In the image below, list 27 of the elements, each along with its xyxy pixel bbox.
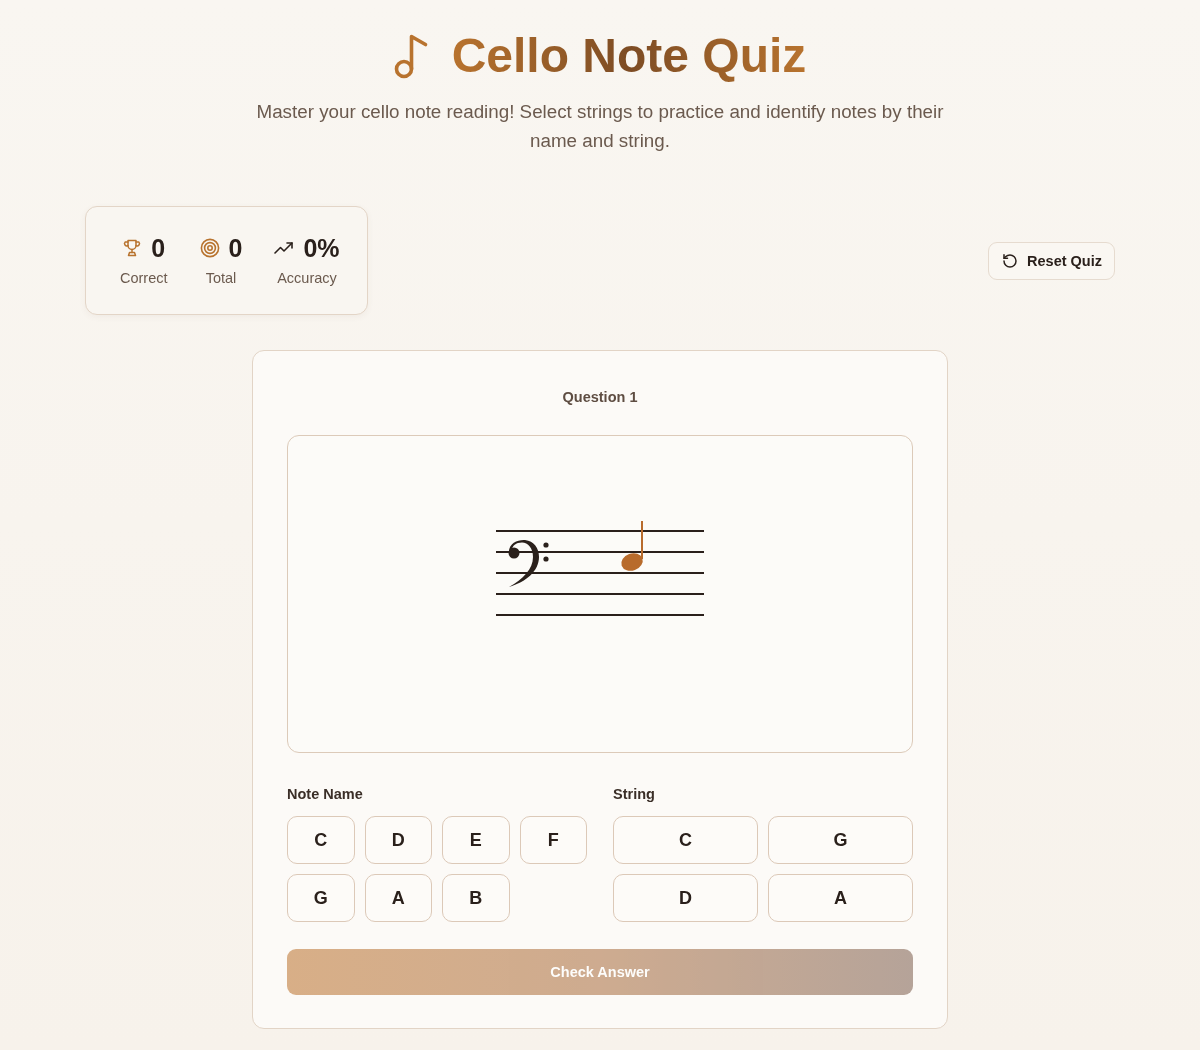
quarter-note <box>621 520 643 571</box>
note-option-button[interactable]: D <box>364 816 432 864</box>
stat-label: Total <box>205 269 237 288</box>
reset-quiz-button[interactable]: Reset Quiz <box>988 241 1115 280</box>
string-option-button[interactable]: A <box>768 874 913 922</box>
stat-label: Correct <box>120 269 168 288</box>
note-option-button[interactable]: C <box>287 816 355 864</box>
note-option-button[interactable]: A <box>364 874 432 922</box>
string-label: String <box>613 785 656 804</box>
subtitle: Master your cello note reading! Select strings to practice and identify notes by their name and string. <box>255 100 945 153</box>
question-number: Question 1 <box>561 388 639 407</box>
note-name-label: Note Name <box>287 785 364 804</box>
stat-label: Accuracy <box>277 269 337 288</box>
trophy-icon <box>122 238 143 258</box>
string-option-button[interactable]: D <box>613 874 758 922</box>
note-option-button[interactable]: F <box>519 816 587 864</box>
reset-icon <box>1002 252 1019 269</box>
bass-clef-icon <box>508 539 549 587</box>
stat-value: 0% <box>303 233 340 264</box>
string-option-button[interactable]: G <box>768 816 913 864</box>
stat-value: 0 <box>228 233 243 264</box>
note-option-button[interactable]: E <box>442 816 510 864</box>
string-option-button[interactable]: C <box>613 816 758 864</box>
stat-value: 0 <box>151 233 166 264</box>
target-icon <box>199 238 220 258</box>
note-option-button[interactable]: B <box>442 874 510 922</box>
note-option-button[interactable]: G <box>287 874 355 922</box>
